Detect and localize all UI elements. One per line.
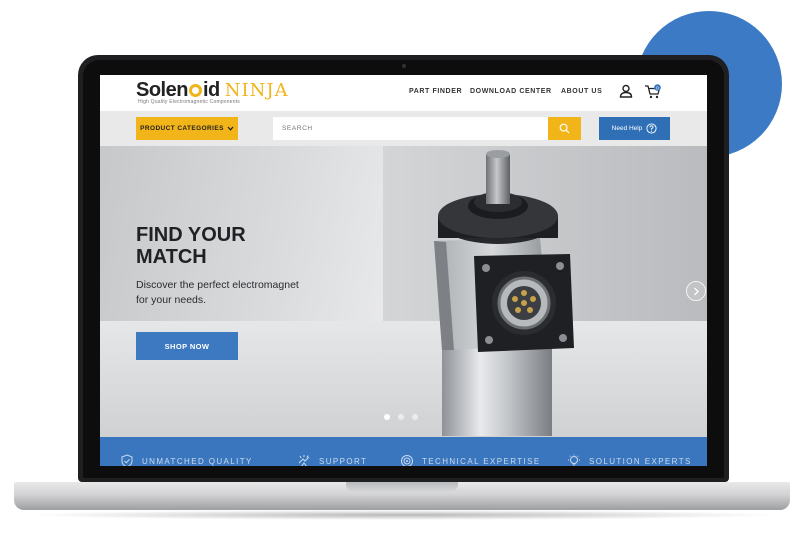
lightbulb-icon — [568, 454, 580, 466]
solenoid-product-image — [434, 150, 574, 436]
search-input[interactable] — [273, 117, 548, 140]
need-help-button[interactable]: Need Help — [599, 117, 670, 140]
top-navigation: Solen id NINJA High Quality Electromagnet… — [100, 75, 707, 111]
logo-tagline: High Quality Electromagnetic Components — [138, 99, 241, 105]
slider-dot-3[interactable] — [412, 414, 418, 420]
shop-now-button[interactable]: SHOP NOW — [136, 332, 238, 360]
features-strip: UNMATCHED QUALITY SUPPORT TECHNICAL EXPE… — [100, 437, 707, 466]
hero-title: FIND YOUR MATCH — [136, 224, 336, 268]
chevron-right-icon — [694, 287, 699, 295]
feature-label: SOLUTION EXPERTS — [589, 456, 692, 466]
nav-link-about-us[interactable]: ABOUT US — [561, 88, 602, 95]
hero-subtitle: Discover the perfect electromagnet for y… — [136, 278, 316, 308]
hero-subtitle-line-2: for your needs. — [136, 294, 207, 306]
slider-pagination — [384, 414, 418, 420]
support-handshake-icon — [298, 455, 310, 466]
chevron-down-icon — [227, 126, 234, 131]
hero-slider: FIND YOUR MATCH Discover the perfect ele… — [100, 146, 707, 437]
nav-link-download-center[interactable]: DOWNLOAD CENTER — [470, 88, 552, 95]
search-icon — [559, 123, 570, 134]
product-categories-button[interactable]: PRODUCT CATEGORIES — [136, 117, 238, 140]
slider-dot-2[interactable] — [398, 414, 404, 420]
feature-label: TECHNICAL EXPERTISE — [422, 456, 541, 466]
shopping-cart-icon[interactable]: 0 — [644, 84, 662, 99]
quality-badge-icon — [121, 454, 133, 466]
laptop-shadow — [22, 510, 782, 520]
laptop-base-notch — [346, 482, 458, 492]
feature-technical-expertise: TECHNICAL EXPERTISE — [400, 454, 541, 466]
logo-text-solen: Solen — [136, 79, 188, 101]
logo-text-ninja: NINJA — [224, 80, 289, 101]
feature-support: SUPPORT — [297, 454, 367, 466]
need-help-label: Need Help — [611, 125, 643, 132]
laptop-camera — [402, 64, 406, 68]
hero-title-line-2: MATCH — [136, 246, 207, 268]
website-screen: Solen id NINJA High Quality Electromagnet… — [100, 75, 707, 466]
feature-label: SUPPORT — [319, 456, 368, 466]
slider-next-button[interactable] — [686, 281, 706, 301]
feature-label: UNMATCHED QUALITY — [142, 456, 253, 466]
search-button[interactable] — [548, 117, 581, 140]
search-bar: PRODUCT CATEGORIES Need Help — [100, 111, 707, 146]
feature-unmatched-quality: UNMATCHED QUALITY — [120, 454, 253, 466]
site-logo[interactable]: Solen id NINJA — [136, 80, 289, 101]
cart-count: 0 — [656, 85, 659, 91]
nav-link-part-finder[interactable]: PART FINDER — [409, 88, 462, 95]
product-categories-label: PRODUCT CATEGORIES — [140, 125, 224, 132]
hero-title-line-1: FIND YOUR — [136, 224, 246, 246]
target-gear-icon — [401, 455, 413, 466]
question-circle-icon — [646, 123, 657, 134]
hero-subtitle-line-1: Discover the perfect electromagnet — [136, 279, 299, 291]
logo-o-icon — [188, 84, 202, 97]
logo-text-id: id — [202, 79, 220, 101]
user-account-icon[interactable] — [619, 84, 633, 98]
slider-dot-1[interactable] — [384, 414, 390, 420]
feature-solution-experts: SOLUTION EXPERTS — [567, 454, 692, 466]
